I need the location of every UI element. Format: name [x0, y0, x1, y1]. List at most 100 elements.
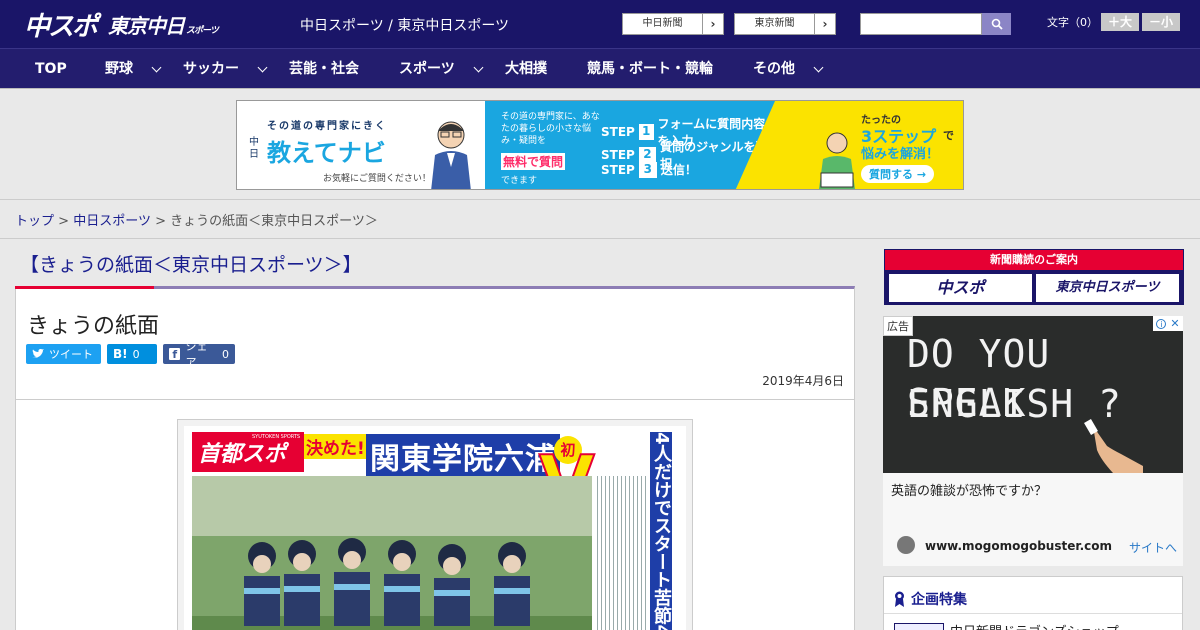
nav-item-racing[interactable]: 競馬・ボート・競輪	[587, 49, 713, 89]
subscribe-tokyo-chunichi-button[interactable]: 東京中日スポーツ	[1036, 274, 1179, 302]
hand-chalk-icon	[1084, 418, 1143, 473]
chevron-right-icon: ›	[710, 17, 716, 31]
logo-chuspo[interactable]: 中スポ	[24, 6, 98, 43]
info-icon: i	[1156, 318, 1167, 329]
nav-item-baseball[interactable]: 野球	[105, 49, 162, 89]
nav-item-soccer[interactable]: サッカー	[183, 49, 268, 89]
subscribe-chuspo-button[interactable]: 中スポ	[889, 274, 1032, 302]
banner-cta-button[interactable]: 質問する →	[861, 165, 935, 183]
ad-url[interactable]: www.mogomogobuster.com	[925, 539, 1112, 553]
paper-rugby-photo	[192, 476, 592, 630]
nav-item-label: スポーツ	[399, 61, 455, 77]
chevron-right-icon: ›	[822, 17, 828, 31]
nav-item-top[interactable]: TOP	[35, 49, 67, 89]
feature-title: 企画特集	[911, 592, 967, 608]
search-input[interactable]	[860, 13, 982, 35]
banner-mid-text: その道の専門家に、あなたの暮らしの小さな悩み・疑問を	[501, 112, 600, 146]
tweet-label: ツイート	[49, 348, 93, 361]
search-icon	[991, 18, 1003, 30]
logo-tokyo-sub: スポーツ	[186, 25, 219, 36]
step-text: 送信！	[660, 163, 697, 177]
tweet-button[interactable]: ツイート	[26, 344, 101, 364]
site-logo[interactable]: 中スポ 東京中日 スポーツ	[24, 6, 219, 43]
logo-tokyo-chunichi[interactable]: 東京中日 スポーツ	[108, 10, 219, 39]
paper-text-columns	[594, 476, 648, 630]
banner-mid-highlight: 無料で質問	[501, 153, 566, 170]
article-title: きょうの紙面	[27, 314, 160, 339]
banner-brand-note: お気軽にご質問ください！	[323, 174, 431, 184]
nav-item-label: TOP	[35, 61, 67, 77]
banner-mid-suffix: できます	[501, 176, 538, 186]
newspaper-frame: 首都スポ SYUTOKEN SPORTS 決めた!! 関東学院六浦 初 V 4人…	[177, 419, 693, 630]
site-header: 中スポ 東京中日 スポーツ 中日スポーツ / 東京中日スポーツ 中日新聞 › 東京…	[0, 0, 1200, 48]
feature-heading: 企画特集	[894, 589, 967, 609]
nav-item-entertainment[interactable]: 芸能・社会	[289, 49, 359, 89]
ad-headline[interactable]: 英語の雑談が恐怖ですか？	[891, 480, 1047, 499]
expert-illustration-icon	[431, 121, 471, 189]
facebook-share-button[interactable]: f シェア 0	[163, 340, 235, 369]
breadcrumb-home[interactable]: トップ	[15, 214, 54, 229]
ad-unit[interactable]: DO YOU SPEAK ENGLISH ? 広告 i ✕ 英語の雑談が恐怖です…	[883, 316, 1183, 566]
site-title: 中日スポーツ / 東京中日スポーツ	[300, 18, 510, 34]
banner-slant	[735, 101, 795, 189]
paper-headline: 関東学院六浦	[366, 434, 560, 478]
nav-item-label: サッカー	[183, 61, 239, 77]
nav-item-label: 大相撲	[505, 61, 547, 77]
feature-box: 企画特集 中日新聞ドラゴンズショップ	[883, 576, 1183, 630]
logo-tokyo-main: 東京中日	[108, 13, 185, 38]
subscription-box: 新聞購読のご案内 中スポ 東京中日スポーツ	[884, 249, 1184, 305]
banner-tagline: その道の専門家にきく	[267, 121, 387, 132]
divider	[884, 613, 1182, 614]
article-card: きょうの紙面 ツイート B! 0 f シェア 0 2019年4月6日 首都スポ …	[15, 286, 855, 630]
step-number: 3	[638, 161, 657, 178]
feature-thumbnail[interactable]	[894, 623, 944, 630]
ad-visit-link[interactable]: サイトへ	[1129, 539, 1177, 556]
breadcrumb-separator: >	[155, 214, 166, 229]
hatena-bookmark-button[interactable]: B! 0	[107, 344, 157, 364]
ad-image[interactable]: DO YOU SPEAK ENGLISH ?	[883, 316, 1183, 473]
person-laptop-icon	[819, 132, 855, 189]
paper-masthead-sub: SYUTOKEN SPORTS	[252, 434, 301, 440]
breadcrumb-separator: >	[58, 214, 70, 229]
oshiete-navi-banner[interactable]: その道の専門家にきく 中日 教えてナビ お気軽にご質問ください！ その道の専門家…	[236, 100, 964, 190]
paper-headline-lead: 決めた!!	[304, 434, 375, 459]
chevron-down-icon	[473, 62, 484, 72]
paper-masthead-text: 首都スポ	[198, 442, 287, 467]
paper-masthead: 首都スポ SYUTOKEN SPORTS	[192, 432, 304, 472]
banner-right-bottom: 悩みを解消！	[861, 147, 940, 162]
banner-step-3: STEP 3 送信！	[601, 161, 697, 178]
banner-right-suffix: で	[943, 129, 954, 142]
hatena-icon: B!	[113, 347, 128, 361]
subscription-heading: 新聞購読のご案内	[885, 250, 1183, 270]
paper-side-headline: 4人だけでスタート苦節4年	[629, 432, 672, 630]
facebook-label: シェア	[185, 340, 208, 369]
banner-right: たったの 3ステップ で 悩みを解消！ 質問する →	[735, 101, 963, 189]
facebook-icon: f	[169, 348, 181, 361]
twitter-icon	[32, 349, 44, 358]
banner-mid: その道の専門家に、あなたの暮らしの小さな悩み・疑問を 無料で質問 できます ST…	[485, 101, 775, 189]
feature-item-link[interactable]: 中日新聞ドラゴンズショップ	[950, 621, 1119, 630]
nav-item-other[interactable]: その他	[753, 49, 824, 89]
ext-link-label: 東京新聞	[735, 14, 815, 34]
tokyo-shimbun-link[interactable]: 東京新聞 ›	[734, 13, 836, 35]
newspaper-front-page-image[interactable]: 首都スポ SYUTOKEN SPORTS 決めた!! 関東学院六浦 初 V 4人…	[184, 426, 686, 630]
nav-item-label: 野球	[105, 61, 133, 77]
search-button[interactable]	[982, 13, 1011, 35]
banner-left: その道の専門家にきく 中日 教えてナビ お気軽にご質問ください！	[237, 101, 485, 189]
ad-choices-button[interactable]: i ✕	[1153, 316, 1183, 331]
breadcrumb-chunichi-sports[interactable]: 中日スポーツ	[73, 214, 151, 229]
nav-item-label: 競馬・ボート・競輪	[587, 61, 713, 77]
font-smaller-button[interactable]: －小	[1142, 13, 1180, 31]
ribbon-icon	[895, 591, 904, 607]
divider	[16, 399, 854, 400]
step-label: STEP	[601, 148, 635, 162]
card-accent-bar	[15, 286, 154, 289]
nav-item-sports[interactable]: スポーツ	[399, 49, 484, 89]
step-label: STEP	[601, 125, 635, 139]
close-icon: ✕	[1170, 317, 1180, 330]
nav-item-sumo[interactable]: 大相撲	[505, 49, 547, 89]
divider	[0, 238, 1200, 239]
font-bigger-button[interactable]: ＋大	[1101, 13, 1139, 31]
chunichi-shimbun-link[interactable]: 中日新聞 ›	[622, 13, 724, 35]
banner-area: その道の専門家にきく 中日 教えてナビ お気軽にご質問ください！ その道の専門家…	[0, 90, 1200, 200]
